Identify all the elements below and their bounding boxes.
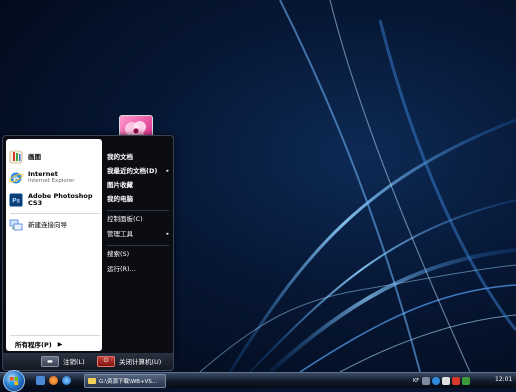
logoff-label: 注销(L) <box>63 358 85 366</box>
start-menu-places-pane: 我的文档 我最近的文档(D) ▸ 图片收藏 我的电脑 控制面板(C) 管理工具 … <box>104 139 171 351</box>
submenu-arrow-icon <box>169 264 171 275</box>
show-desktop-icon[interactable] <box>36 376 45 385</box>
start-button[interactable] <box>3 370 25 392</box>
all-programs-label: 所有程序(P) <box>15 341 52 349</box>
arrow-right-icon: ▶ <box>57 340 63 348</box>
menu-item-admin-tools[interactable]: 管理工具 ▸ <box>107 229 171 240</box>
app-title: 新建连接向导 <box>28 220 67 229</box>
shutdown-button[interactable]: ⏻ 关闭计算机(U) <box>97 355 162 367</box>
svg-text:Ps: Ps <box>12 198 20 205</box>
separator <box>10 335 100 336</box>
menu-item-label: 管理工具 <box>107 230 133 238</box>
menu-item-search[interactable]: 搜索(S) <box>107 249 171 260</box>
taskbar-window-button[interactable]: G:\资源下载\WB+VS... <box>84 374 166 388</box>
internet-explorer-icon: e <box>9 172 23 185</box>
windows-logo-icon <box>10 377 18 385</box>
clock[interactable]: 12:01 <box>495 376 512 383</box>
all-programs-button[interactable]: 所有程序(P) ▶ <box>9 338 101 350</box>
start-menu: 画图 e Internet Internet Explorer Ps Adobe… <box>2 135 174 371</box>
app-new-connection-wizard[interactable]: 新建连接向导 <box>9 215 101 235</box>
app-title: Adobe Photoshop CS3 <box>28 192 93 207</box>
menu-item-recent-documents[interactable]: 我最近的文档(D) ▸ <box>107 166 171 177</box>
submenu-arrow-icon <box>169 180 171 191</box>
submenu-arrow-icon <box>169 152 171 163</box>
submenu-arrow-icon <box>169 214 171 225</box>
menu-item-my-computer[interactable]: 我的电脑 <box>107 194 171 205</box>
taskbar-window-label: G:\资源下载\WB+VS... <box>99 379 158 385</box>
separator <box>107 210 169 211</box>
app-internet[interactable]: e Internet Internet Explorer <box>9 168 101 188</box>
folder-icon <box>88 378 96 384</box>
menu-item-label: 我的电脑 <box>107 195 133 203</box>
volume-icon[interactable] <box>442 376 451 385</box>
paint-icon <box>9 150 23 164</box>
taskbar: G:\资源下载\WB+VS... KF 12:01 <box>0 370 516 392</box>
shutdown-label: 关闭计算机(U) <box>119 358 162 366</box>
menu-item-my-documents[interactable]: 我的文档 <box>107 152 171 163</box>
security-icon[interactable] <box>452 376 461 385</box>
menu-item-label: 图片收藏 <box>107 181 133 189</box>
app-subtitle: Internet Explorer <box>28 178 75 184</box>
network-wizard-icon <box>9 219 23 231</box>
separator <box>107 245 169 246</box>
app-title: Internet <box>28 170 58 178</box>
app-title: 画图 <box>28 152 41 161</box>
menu-item-label: 搜索(S) <box>107 250 130 258</box>
menu-item-run[interactable]: 运行(R)... <box>107 264 171 275</box>
menu-item-control-panel[interactable]: 控制面板(C) <box>107 214 171 225</box>
submenu-arrow-icon: ▸ <box>166 231 169 237</box>
lock-icon: ▬ <box>41 355 59 367</box>
menu-item-label: 控制面板(C) <box>107 215 143 223</box>
separator <box>10 213 100 214</box>
app-photoshop[interactable]: Ps Adobe Photoshop CS3 <box>9 190 101 210</box>
menu-item-my-pictures[interactable]: 图片收藏 <box>107 180 171 191</box>
browser-icon[interactable] <box>62 376 71 385</box>
menu-item-label: 运行(R)... <box>107 265 136 273</box>
menu-item-label: 我最近的文档(D) <box>107 167 158 175</box>
start-menu-frame: 画图 e Internet Internet Explorer Ps Adobe… <box>2 135 174 355</box>
submenu-arrow-icon <box>169 194 171 205</box>
submenu-arrow-icon <box>169 249 171 260</box>
app-tray-icon[interactable] <box>462 376 471 385</box>
submenu-arrow-icon: ▸ <box>166 168 169 174</box>
app-paint[interactable]: 画图 <box>9 147 101 167</box>
menu-item-label: 我的文档 <box>107 153 133 161</box>
firefox-icon[interactable] <box>49 376 58 385</box>
language-indicator[interactable]: KF <box>413 378 419 384</box>
start-menu-programs-pane: 画图 e Internet Internet Explorer Ps Adobe… <box>6 139 102 351</box>
start-menu-footer: ▬ 注销(L) ⏻ 关闭计算机(U) <box>2 353 174 371</box>
network-icon[interactable] <box>432 376 441 385</box>
help-icon[interactable] <box>422 376 431 385</box>
power-icon: ⏻ <box>97 355 115 367</box>
photoshop-icon: Ps <box>9 193 23 207</box>
logoff-button[interactable]: ▬ 注销(L) <box>41 355 85 367</box>
